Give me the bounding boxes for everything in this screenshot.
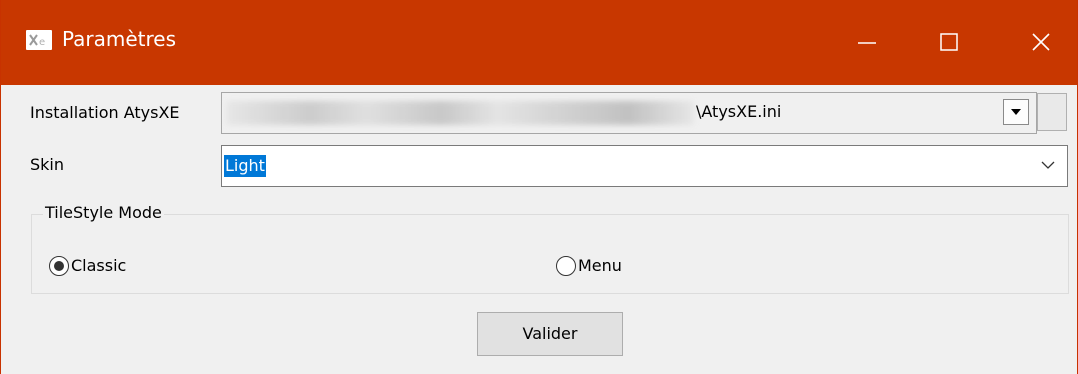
close-button[interactable] — [1011, 20, 1071, 65]
settings-window: e Paramètres Installation AtysXE \AtysXE… — [0, 0, 1078, 374]
installation-browse-button[interactable] — [1037, 93, 1067, 131]
tilestyle-legend: TileStyle Mode — [43, 203, 164, 222]
skin-label: Skin — [30, 155, 65, 174]
installation-path-field[interactable]: \AtysXE.ini — [221, 92, 1037, 134]
dropdown-arrow-icon — [1011, 109, 1021, 115]
valider-button[interactable]: Valider — [477, 312, 623, 356]
minimize-icon — [858, 42, 876, 44]
radio-classic-label[interactable]: Classic — [71, 256, 126, 275]
svg-text:e: e — [39, 37, 45, 47]
radio-menu[interactable] — [556, 256, 576, 276]
installation-path-value: \AtysXE.ini — [696, 102, 782, 121]
installation-dropdown-button[interactable] — [1003, 99, 1029, 125]
title-bar[interactable]: e Paramètres — [1, 0, 1077, 85]
minimize-button[interactable] — [837, 20, 897, 65]
maximize-button[interactable] — [919, 20, 979, 65]
tilestyle-group — [31, 214, 1069, 294]
close-icon — [1032, 33, 1050, 51]
installation-label: Installation AtysXE — [30, 103, 180, 122]
radio-menu-label[interactable]: Menu — [578, 256, 622, 275]
radio-selected-dot — [54, 261, 64, 271]
chevron-down-icon — [1041, 161, 1055, 169]
window-title: Paramètres — [62, 27, 177, 51]
maximize-icon — [940, 33, 958, 51]
skin-select[interactable]: Light — [221, 145, 1068, 187]
app-icon: e — [26, 30, 52, 50]
redacted-path — [226, 101, 694, 125]
skin-selected-value: Light — [224, 155, 266, 177]
radio-classic[interactable] — [49, 256, 69, 276]
